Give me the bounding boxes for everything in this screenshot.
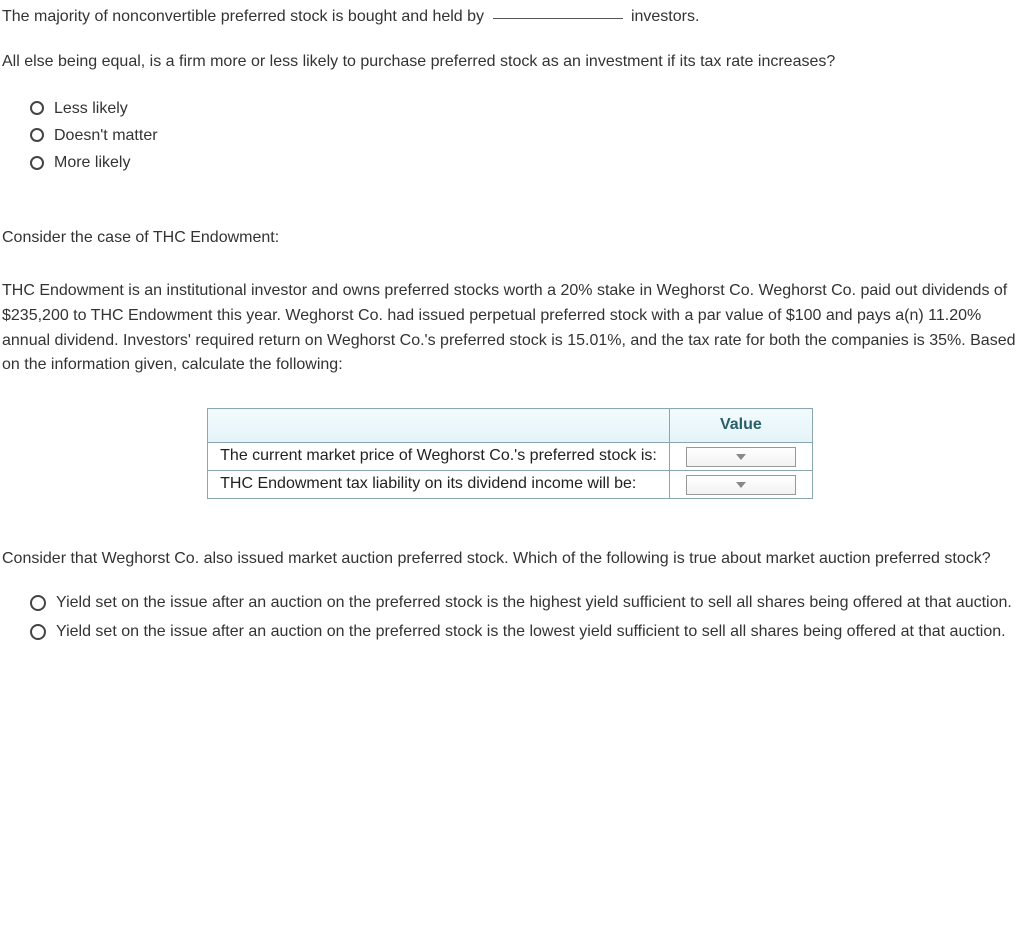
table-row: The current market price of Weghorst Co.…	[208, 442, 813, 470]
radio-icon	[30, 624, 46, 640]
table-row-label: The current market price of Weghorst Co.…	[208, 442, 670, 470]
q1-text-after: investors.	[631, 8, 699, 25]
table-header-blank	[208, 409, 670, 443]
table-row-label: THC Endowment tax liability on its divid…	[208, 470, 670, 498]
radio-icon	[30, 156, 44, 170]
value-table-wrap: Value The current market price of Weghor…	[2, 408, 1018, 498]
table-cell-select	[669, 470, 812, 498]
radio-icon	[30, 128, 44, 142]
chevron-down-icon	[736, 482, 746, 488]
q2-option-doesnt-matter[interactable]: Doesn't matter	[30, 122, 1018, 149]
q2-option-label: Less likely	[54, 95, 128, 122]
case-body: THC Endowment is an institutional invest…	[2, 279, 1018, 378]
q2-choices: Less likely Doesn't matter More likely	[30, 95, 1018, 177]
radio-icon	[30, 595, 46, 611]
q4-option-highest[interactable]: Yield set on the issue after an auction …	[30, 591, 1018, 616]
q2-option-less-likely[interactable]: Less likely	[30, 95, 1018, 122]
q2-option-label: More likely	[54, 149, 130, 176]
q2-prompt: All else being equal, is a firm more or …	[2, 50, 1018, 75]
q2-option-more-likely[interactable]: More likely	[30, 149, 1018, 176]
radio-icon	[30, 101, 44, 115]
case-intro: Consider the case of THC Endowment:	[2, 226, 1018, 251]
market-price-select[interactable]	[686, 447, 796, 467]
value-table: Value The current market price of Weghor…	[207, 408, 813, 498]
q1-text-before: The majority of nonconvertible preferred…	[2, 8, 489, 25]
tax-liability-select[interactable]	[686, 475, 796, 495]
table-row: THC Endowment tax liability on its divid…	[208, 470, 813, 498]
q2-option-label: Doesn't matter	[54, 122, 158, 149]
q4-option-label: Yield set on the issue after an auction …	[56, 591, 1018, 616]
table-cell-select	[669, 442, 812, 470]
q1-blank-input[interactable]	[493, 2, 623, 19]
q4-prompt: Consider that Weghorst Co. also issued m…	[2, 547, 1018, 572]
q4-option-lowest[interactable]: Yield set on the issue after an auction …	[30, 620, 1018, 645]
q1-sentence: The majority of nonconvertible preferred…	[2, 4, 1018, 30]
q4-choices: Yield set on the issue after an auction …	[30, 591, 1018, 645]
table-header-value: Value	[669, 409, 812, 443]
chevron-down-icon	[736, 454, 746, 460]
page: The majority of nonconvertible preferred…	[0, 0, 1024, 689]
q4-option-label: Yield set on the issue after an auction …	[56, 620, 1018, 645]
